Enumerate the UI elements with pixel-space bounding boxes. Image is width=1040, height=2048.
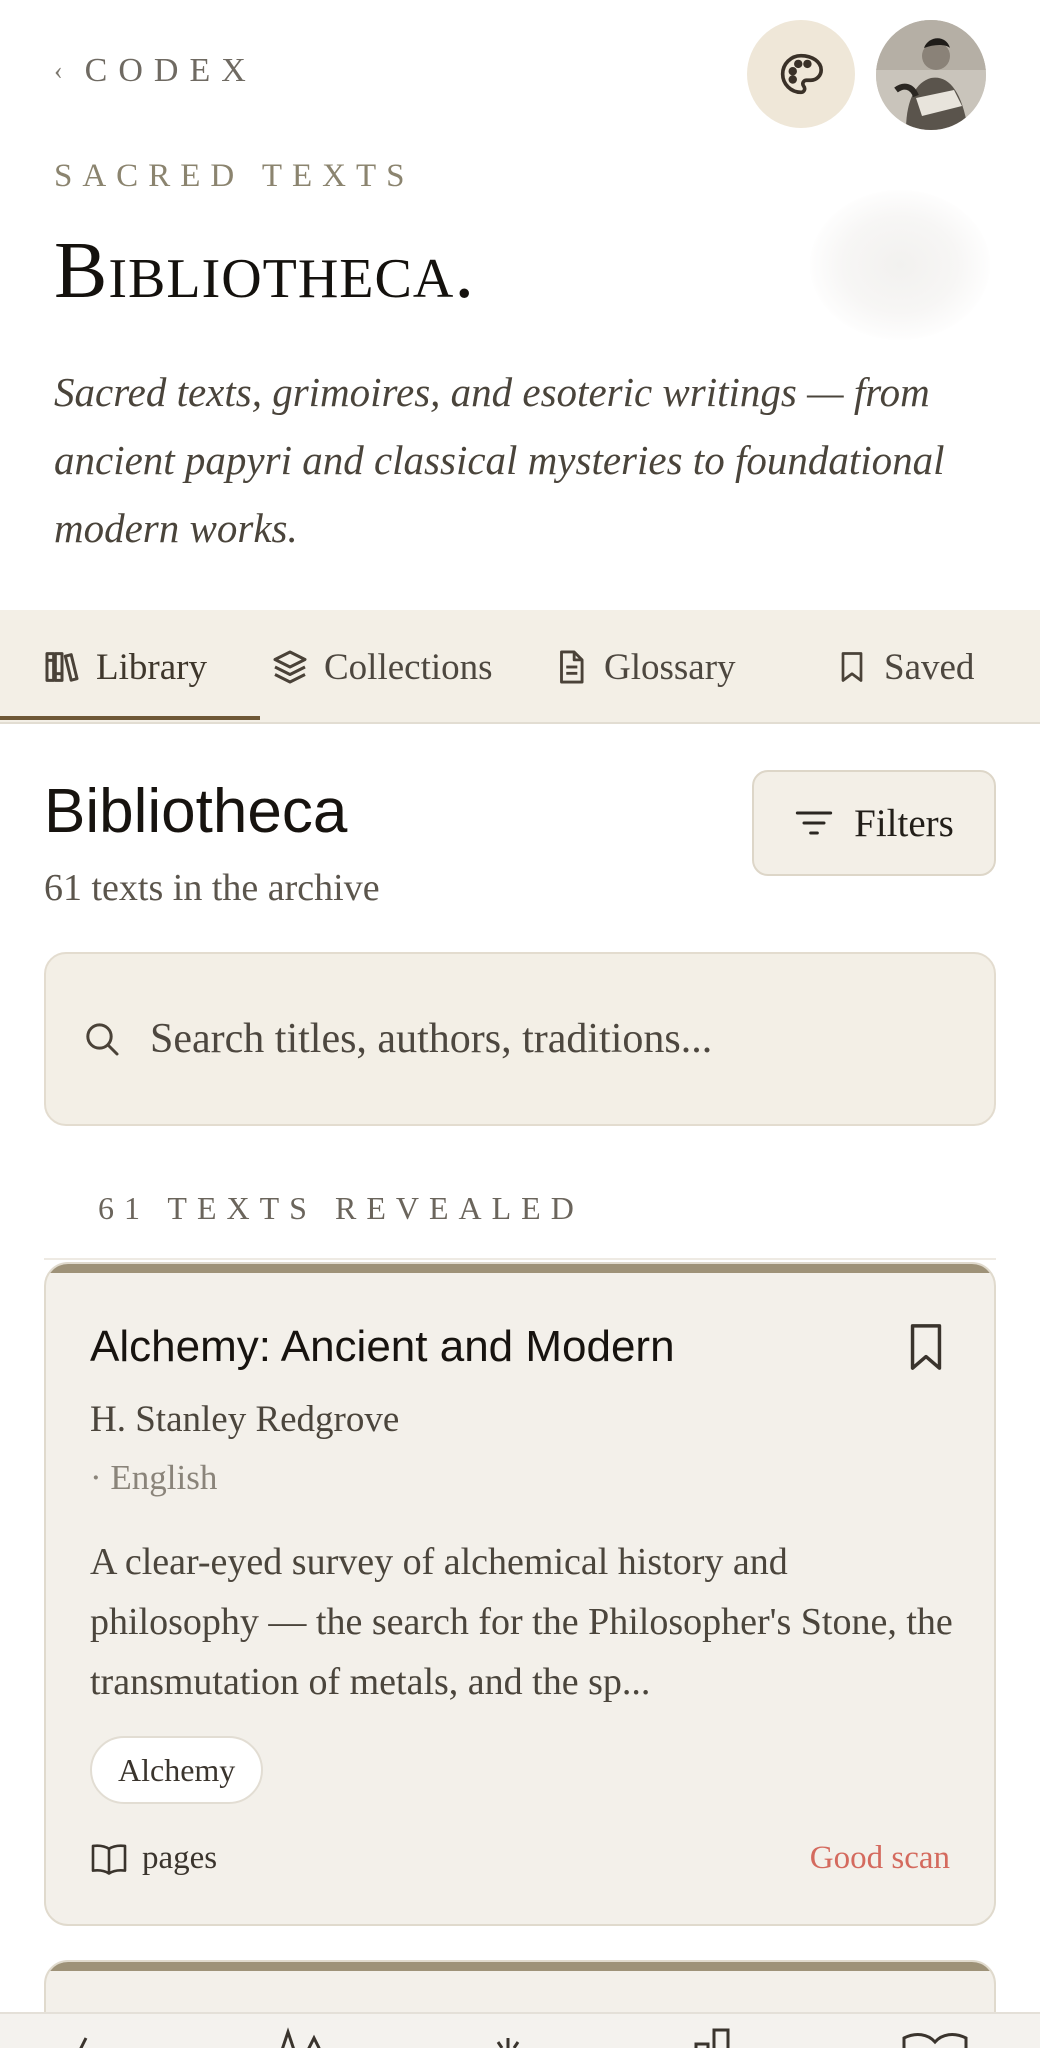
tab-bar: Library Collections Glossary Saved	[0, 610, 1040, 724]
filters-label: Filters	[854, 801, 954, 845]
search-box	[44, 952, 996, 1126]
nav-item-back[interactable]	[70, 2024, 110, 2048]
arrow-icon	[79, 2037, 88, 2048]
library-icon	[45, 652, 79, 682]
tab-glossary-label: Glossary	[604, 646, 736, 688]
scan-quality-badge: Good scan	[809, 1840, 950, 1876]
tab-glossary[interactable]: Glossary	[552, 610, 736, 724]
user-avatar-image	[876, 20, 986, 130]
hero-description: Sacred texts, grimoires, and esoteric wr…	[54, 369, 945, 551]
sun-icon	[496, 2038, 520, 2048]
search-input[interactable]	[150, 1015, 950, 1063]
pages-label: pages	[142, 1840, 218, 1876]
document-icon	[560, 650, 584, 684]
text-count: 61 texts in the archive	[44, 867, 380, 909]
card-accent-bar	[46, 1962, 994, 1971]
open-book-icon	[91, 1843, 127, 1875]
chevron-left-icon: ‹	[54, 56, 63, 85]
nav-item-explore[interactable]	[268, 2024, 321, 2048]
book-language: · English	[90, 1458, 218, 1497]
decorative-glow	[810, 190, 990, 340]
tradition-tag[interactable]: Alchemy	[90, 1736, 264, 1804]
page-title: Bibliotheca.	[54, 227, 476, 315]
back-link[interactable]: ‹ CODEX	[54, 52, 257, 90]
bookmark-icon	[910, 1324, 942, 1370]
search-icon	[86, 1023, 119, 1056]
page-count: pages	[90, 1840, 217, 1877]
divider	[44, 1258, 996, 1260]
bookmark-button[interactable]	[906, 1322, 946, 1372]
section-title: Bibliotheca	[44, 777, 348, 846]
open-book-icon	[902, 2033, 968, 2048]
filter-icon	[795, 811, 833, 835]
back-label: CODEX	[84, 52, 257, 89]
theme-palette-button[interactable]	[747, 20, 855, 128]
tab-saved[interactable]: Saved	[834, 610, 974, 724]
star-icon	[281, 2027, 321, 2048]
book-card[interactable]: Alchemy: Ancient and Modern H. Stanley R…	[44, 1262, 996, 1926]
bookmark-icon	[841, 652, 863, 682]
layers-icon	[273, 650, 307, 684]
books-icon	[694, 2028, 730, 2048]
active-tab-indicator	[0, 716, 260, 720]
tab-library[interactable]: Library	[42, 610, 207, 724]
book-author: H. Stanley Redgrove	[90, 1399, 400, 1440]
hero-eyebrow: SACRED TEXTS	[54, 158, 415, 194]
palette-icon	[780, 53, 823, 95]
filters-button[interactable]: Filters	[752, 770, 996, 876]
tab-collections-label: Collections	[324, 646, 493, 688]
book-description: A clear-eyed survey of alchemical histor…	[90, 1541, 953, 1703]
tab-saved-label: Saved	[884, 646, 975, 688]
tab-collections[interactable]: Collections	[270, 610, 493, 724]
nav-item-library[interactable]	[688, 2024, 730, 2048]
nav-item-reader[interactable]	[900, 2024, 968, 2048]
book-title: Alchemy: Ancient and Modern	[90, 1322, 675, 1371]
nav-item-discover[interactable]	[488, 2024, 528, 2048]
results-count-label: 61 TEXTS REVEALED	[98, 1190, 584, 1226]
card-accent-bar	[46, 1264, 994, 1273]
avatar[interactable]	[876, 20, 986, 130]
bottom-nav	[0, 2012, 1040, 2048]
tab-library-label: Library	[96, 646, 207, 688]
top-bar: ‹ CODEX	[0, 0, 1040, 150]
